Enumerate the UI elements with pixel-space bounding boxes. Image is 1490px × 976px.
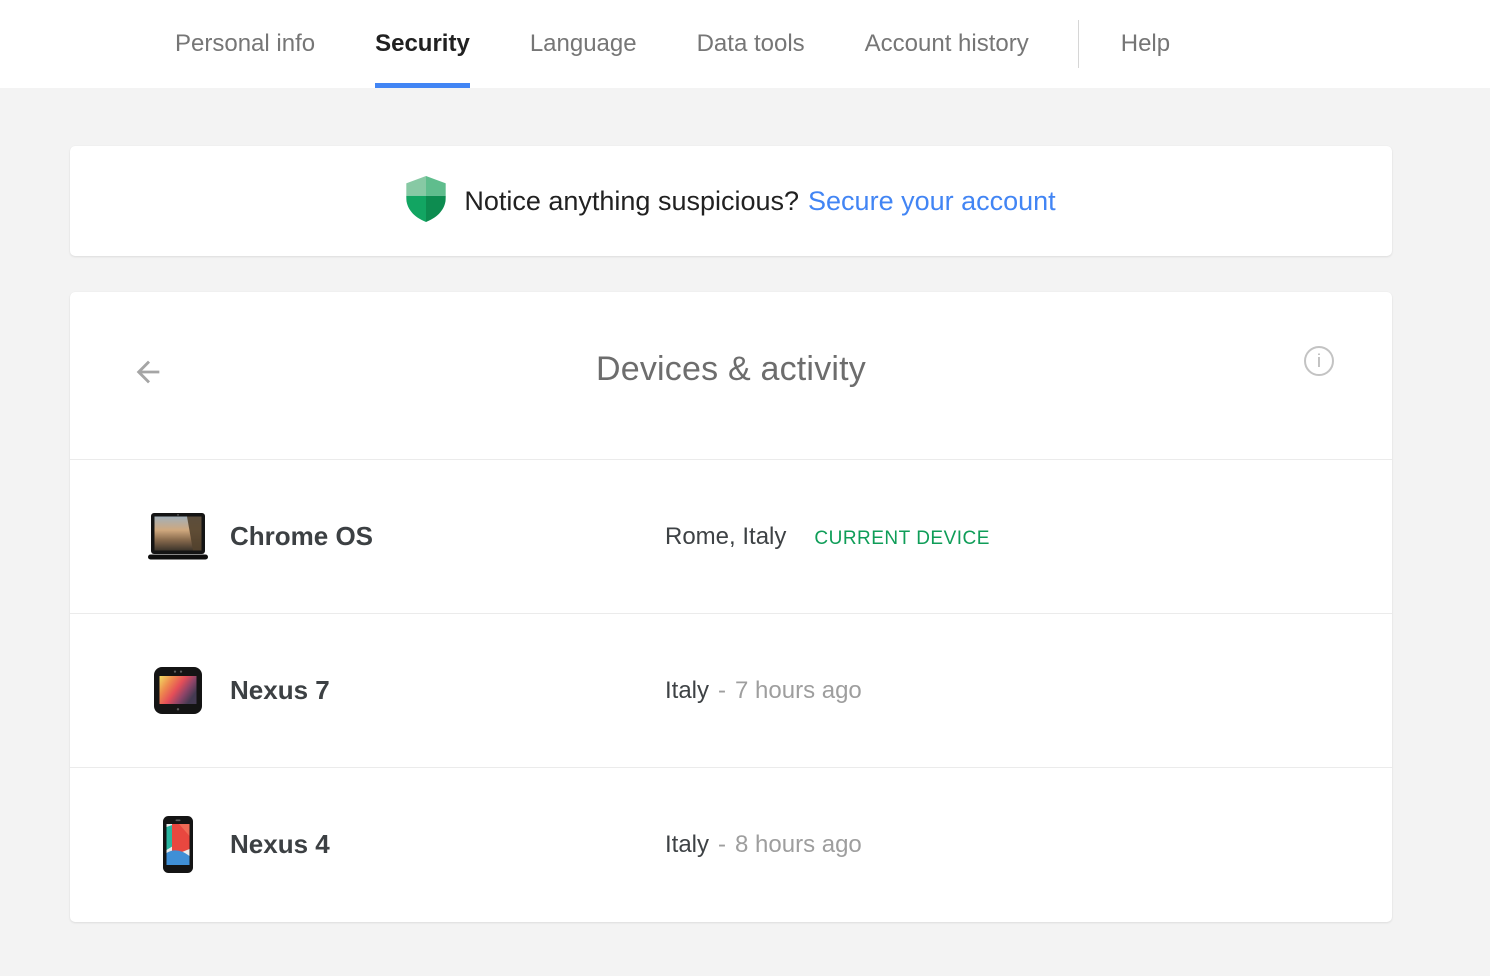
tab-data-tools[interactable]: Data tools	[697, 0, 805, 88]
chromebook-laptop-icon	[146, 513, 210, 560]
device-last-active: 8 hours ago	[735, 831, 862, 859]
tab-personal-info[interactable]: Personal info	[175, 0, 315, 88]
tab-help[interactable]: Help	[1121, 0, 1170, 88]
page-title: Devices & activity	[70, 350, 1392, 389]
tab-language[interactable]: Language	[530, 0, 637, 88]
devices-header: Devices & activity i	[70, 292, 1392, 459]
notice-text: Notice anything suspicious?	[464, 186, 799, 217]
device-row-chrome-os[interactable]: Chrome OS Rome, Italy CURRENT DEVICE	[70, 459, 1392, 613]
current-device-badge: CURRENT DEVICE	[814, 528, 990, 550]
device-row-nexus-4[interactable]: Nexus 4 Italy - 8 hours ago	[70, 767, 1392, 921]
info-icon[interactable]: i	[1304, 346, 1334, 376]
tab-security[interactable]: Security	[375, 0, 470, 88]
device-meta: Rome, Italy CURRENT DEVICE	[665, 523, 990, 551]
secure-account-link[interactable]: Secure your account	[808, 186, 1056, 217]
device-name: Nexus 7	[230, 675, 665, 706]
tablet-icon	[146, 667, 210, 714]
nav-divider	[1078, 20, 1079, 68]
meta-separator: -	[718, 831, 726, 859]
device-location: Italy	[665, 831, 709, 859]
phone-icon	[146, 816, 210, 873]
security-shield-icon	[406, 176, 446, 227]
device-last-active: 7 hours ago	[735, 677, 862, 705]
device-meta: Italy - 7 hours ago	[665, 677, 862, 705]
device-location: Italy	[665, 677, 709, 705]
security-notice-card: Notice anything suspicious? Secure your …	[70, 146, 1392, 256]
tab-account-history[interactable]: Account history	[865, 0, 1029, 88]
device-row-nexus-7[interactable]: Nexus 7 Italy - 7 hours ago	[70, 613, 1392, 767]
device-meta: Italy - 8 hours ago	[665, 831, 862, 859]
meta-separator: -	[718, 677, 726, 705]
account-nav: Personal info Security Language Data too…	[0, 0, 1490, 88]
devices-activity-card: Devices & activity i	[70, 292, 1392, 922]
device-name: Nexus 4	[230, 829, 665, 860]
device-location: Rome, Italy	[665, 523, 786, 551]
device-name: Chrome OS	[230, 521, 665, 552]
